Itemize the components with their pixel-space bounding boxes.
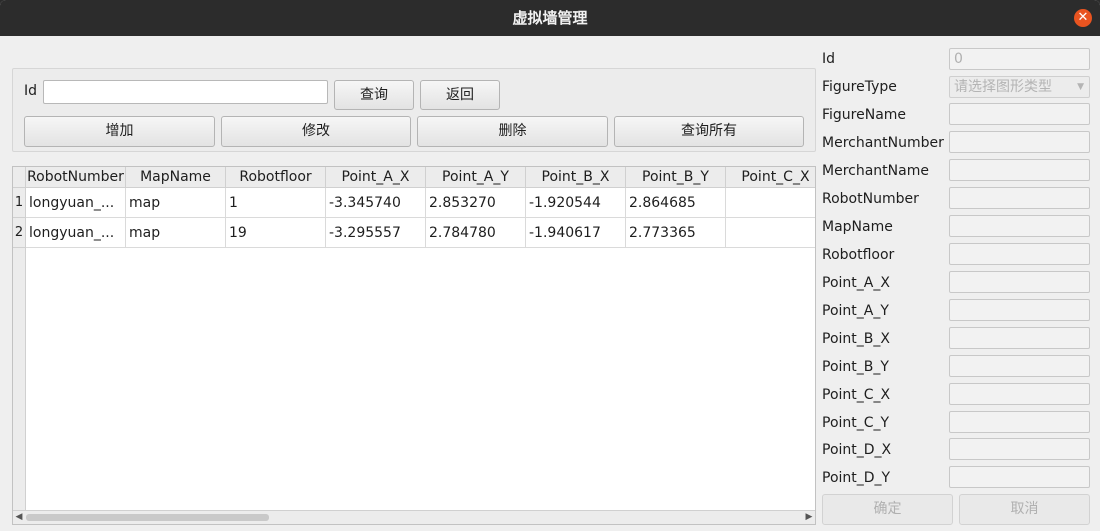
column-header[interactable]: Point_B_X	[526, 167, 626, 188]
table-cell[interactable]: 2.784780	[426, 218, 526, 248]
point-c-y-input[interactable]	[949, 411, 1090, 433]
confirm-button[interactable]: 确定	[822, 494, 953, 525]
form-label-point-b-x: Point_B_X	[822, 331, 890, 347]
form-label-point-c-y: Point_C_Y	[822, 415, 890, 431]
column-header[interactable]: Point_A_X	[326, 167, 426, 188]
table-cell[interactable]: -1.940617	[526, 218, 626, 248]
robotfloor-input[interactable]	[949, 243, 1090, 265]
table-cell[interactable]: longyuan_...	[26, 218, 126, 248]
column-header[interactable]: MapName	[126, 167, 226, 188]
figure-type-select[interactable]: 请选择图形类型 ▼	[949, 76, 1090, 98]
horizontal-scrollbar[interactable]: ◀ ▶	[13, 510, 815, 524]
dialog-window: 虚拟墙管理 ✕ Id 查询 返回 增加 修改 删除 查询所有 RobotNumb…	[0, 0, 1100, 531]
point-c-x-input[interactable]	[949, 383, 1090, 405]
table-cell[interactable]	[726, 218, 815, 248]
form-label-figure-name: FigureName	[822, 107, 907, 123]
merchant-name-input[interactable]	[949, 159, 1090, 181]
form-label-point-d-y: Point_D_Y	[822, 470, 891, 486]
chevron-right-icon[interactable]: ▶	[803, 511, 815, 524]
modify-button[interactable]: 修改	[221, 116, 411, 147]
cancel-button[interactable]: 取消	[959, 494, 1090, 525]
robot-number-input[interactable]	[949, 187, 1090, 209]
figure-type-placeholder: 请选择图形类型	[954, 79, 1052, 95]
back-button[interactable]: 返回	[420, 80, 500, 110]
form-label-point-b-y: Point_B_Y	[822, 359, 889, 375]
form-label-robot-number: RobotNumber	[822, 191, 919, 207]
table-cell[interactable]: -3.345740	[326, 188, 426, 218]
table-cell[interactable]: -3.295557	[326, 218, 426, 248]
form-label-map-name: MapName	[822, 219, 893, 235]
form-label-merchant-name: MerchantName	[822, 163, 929, 179]
table-cell[interactable]: 2.773365	[626, 218, 726, 248]
column-header[interactable]: RobotNumber	[26, 167, 126, 188]
window-title: 虚拟墙管理	[512, 9, 588, 27]
table-cell[interactable]: 2.853270	[426, 188, 526, 218]
point-a-x-input[interactable]	[949, 271, 1090, 293]
point-b-y-input[interactable]	[949, 355, 1090, 377]
map-name-input[interactable]	[949, 215, 1090, 237]
chevron-left-icon[interactable]: ◀	[13, 511, 25, 524]
form-label-point-c-x: Point_C_X	[822, 387, 891, 403]
column-header[interactable]: Point_A_Y	[426, 167, 526, 188]
form-input-id[interactable]: 0	[949, 48, 1090, 70]
form-label-point-a-y: Point_A_Y	[822, 303, 889, 319]
table-cell[interactable]: -1.920544	[526, 188, 626, 218]
query-button[interactable]: 查询	[334, 80, 414, 110]
point-d-x-input[interactable]	[949, 438, 1090, 460]
table-cell[interactable]: 2.864685	[626, 188, 726, 218]
close-button[interactable]: ✕	[1074, 9, 1092, 27]
table-cell[interactable]: map	[126, 188, 226, 218]
form-label-merchant-number: MerchantNumber	[822, 135, 944, 151]
column-header[interactable]: Point_B_Y	[626, 167, 726, 188]
point-b-x-input[interactable]	[949, 327, 1090, 349]
query-all-button[interactable]: 查询所有	[614, 116, 804, 147]
id-search-label: Id	[24, 83, 38, 99]
point-d-y-input[interactable]	[949, 466, 1090, 488]
row-header[interactable]: 2	[13, 218, 26, 248]
table-cell[interactable]: map	[126, 218, 226, 248]
data-table[interactable]: RobotNumber MapName Robotfloor Point_A_X…	[12, 166, 816, 525]
row-header[interactable]: 1	[13, 188, 26, 218]
column-header[interactable]: Point_C_X	[726, 167, 815, 188]
table-cell[interactable]: 19	[226, 218, 326, 248]
table-cell[interactable]: longyuan_...	[26, 188, 126, 218]
table-cell[interactable]	[726, 188, 815, 218]
form-label-robotfloor: Robotfloor	[822, 247, 895, 263]
chevron-down-icon: ▼	[1077, 82, 1084, 92]
form-label-point-d-x: Point_D_X	[822, 442, 892, 458]
form-label-point-a-x: Point_A_X	[822, 275, 890, 291]
row-header-area	[13, 248, 26, 511]
table-corner[interactable]	[13, 167, 26, 188]
add-button[interactable]: 增加	[24, 116, 215, 147]
figure-name-input[interactable]	[949, 103, 1090, 125]
close-icon: ✕	[1077, 10, 1089, 25]
column-header[interactable]: Robotfloor	[226, 167, 326, 188]
scrollbar-thumb[interactable]	[26, 514, 269, 521]
id-search-input[interactable]	[43, 80, 328, 104]
merchant-number-input[interactable]	[949, 131, 1090, 153]
point-a-y-input[interactable]	[949, 299, 1090, 321]
form-label-figure-type: FigureType	[822, 79, 897, 95]
table-cell[interactable]: 1	[226, 188, 326, 218]
delete-button[interactable]: 删除	[417, 116, 608, 147]
form-label-id: Id	[822, 51, 836, 67]
title-bar: 虚拟墙管理 ✕	[0, 0, 1100, 36]
